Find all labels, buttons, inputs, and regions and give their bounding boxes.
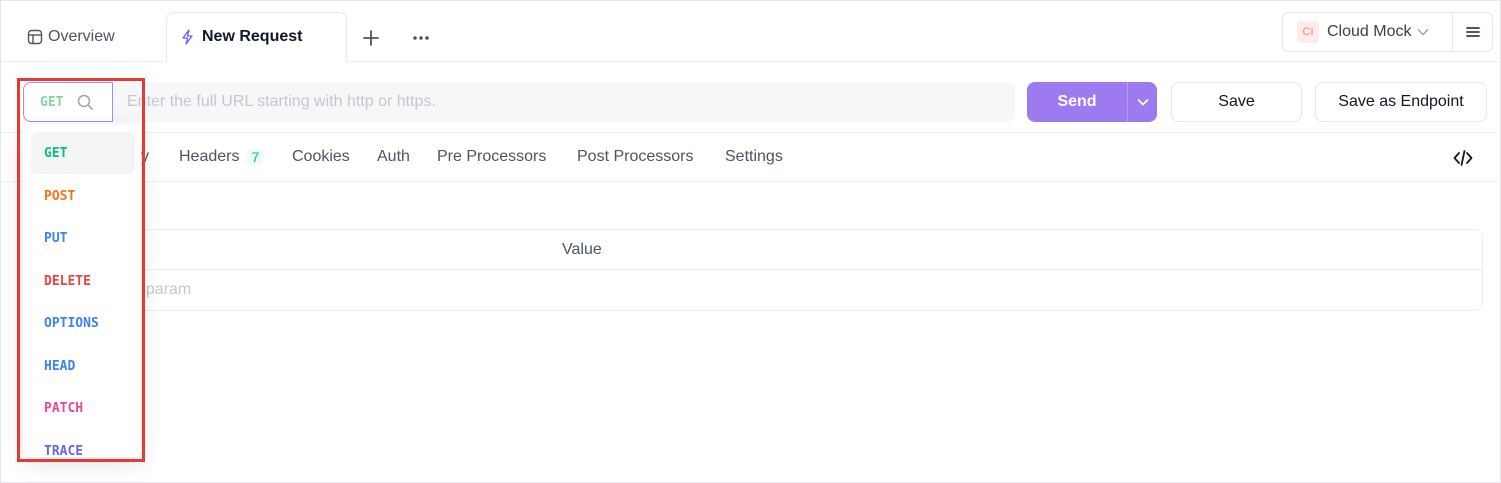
params-table-header: Value [24, 230, 1482, 270]
send-options-button[interactable] [1127, 82, 1157, 122]
params-table: Value ew param [23, 229, 1483, 311]
method-option-label: PATCH [44, 400, 84, 416]
method-option-label: GET [44, 145, 68, 161]
method-option-get[interactable]: GET [31, 132, 135, 174]
method-option-patch[interactable]: PATCH [31, 387, 135, 429]
tab-pre-processors[interactable]: Pre Processors [437, 148, 546, 166]
lightning-icon [182, 29, 193, 45]
request-subtabs: y Headers 7 Cookies Auth Pre Processors … [1, 134, 1501, 182]
tab-headers[interactable]: Headers 7 [179, 148, 264, 166]
method-option-label: POST [44, 188, 76, 204]
more-horizontal-icon [413, 36, 429, 40]
method-select-value: GET [40, 94, 64, 110]
environment-label: Cloud Mock [1327, 23, 1412, 40]
environment-badge: CI [1297, 21, 1319, 43]
chevron-down-icon [1417, 28, 1430, 36]
plus-icon [363, 30, 379, 46]
method-option-put[interactable]: PUT [31, 217, 135, 259]
save-button[interactable]: Save [1171, 82, 1302, 122]
url-input[interactable] [127, 82, 1007, 122]
tab-params-fragment[interactable]: y [141, 148, 149, 166]
tab-cookies[interactable]: Cookies [292, 148, 350, 166]
method-option-options[interactable]: OPTIONS [31, 302, 135, 344]
method-option-label: DELETE [44, 273, 91, 289]
tab-new-request[interactable]: New Request [166, 12, 347, 62]
code-icon[interactable] [1451, 146, 1475, 170]
method-option-label: PUT [44, 230, 68, 246]
method-option-head[interactable]: HEAD [31, 345, 135, 387]
value-column-header: Value [562, 241, 602, 258]
app-window: Overview New Request CI Cloud Mock GET E… [0, 0, 1501, 483]
add-tab-button[interactable] [358, 25, 384, 51]
url-bar: GET Send Save Save as Endpoint [1, 63, 1501, 133]
method-select[interactable]: GET [23, 82, 113, 122]
url-input-wrapper: GET [23, 82, 1015, 122]
tab-bar: Overview New Request CI Cloud Mock [1, 1, 1501, 62]
more-tabs-button[interactable] [408, 25, 434, 51]
tab-new-request-label: New Request [202, 28, 303, 45]
save-as-endpoint-button[interactable]: Save as Endpoint [1315, 82, 1487, 122]
tab-settings[interactable]: Settings [725, 148, 783, 166]
chevron-down-icon [1136, 98, 1149, 106]
method-option-label: OPTIONS [44, 315, 99, 331]
tab-overview-label: Overview [48, 28, 115, 45]
tab-post-processors[interactable]: Post Processors [577, 148, 693, 166]
method-dropdown: GET POST PUT DELETE OPTIONS HEAD PATCH T… [23, 125, 141, 457]
headers-count-badge: 7 [247, 149, 264, 165]
tab-overview[interactable]: Overview [27, 12, 115, 62]
method-option-delete[interactable]: DELETE [31, 260, 135, 302]
method-option-label: TRACE [44, 443, 84, 458]
hamburger-icon [1465, 27, 1480, 37]
menu-button[interactable] [1452, 12, 1493, 52]
environment-select[interactable]: CI Cloud Mock [1282, 12, 1453, 52]
tab-headers-label: Headers [179, 148, 240, 165]
method-option-post[interactable]: POST [31, 175, 135, 217]
layout-icon [27, 29, 43, 45]
send-button[interactable]: Send [1027, 82, 1127, 122]
method-option-label: HEAD [44, 358, 76, 374]
search-icon [77, 94, 94, 111]
method-option-trace[interactable]: TRACE [31, 430, 135, 458]
tab-auth[interactable]: Auth [377, 148, 410, 166]
add-param-row[interactable]: ew param [24, 270, 1482, 311]
